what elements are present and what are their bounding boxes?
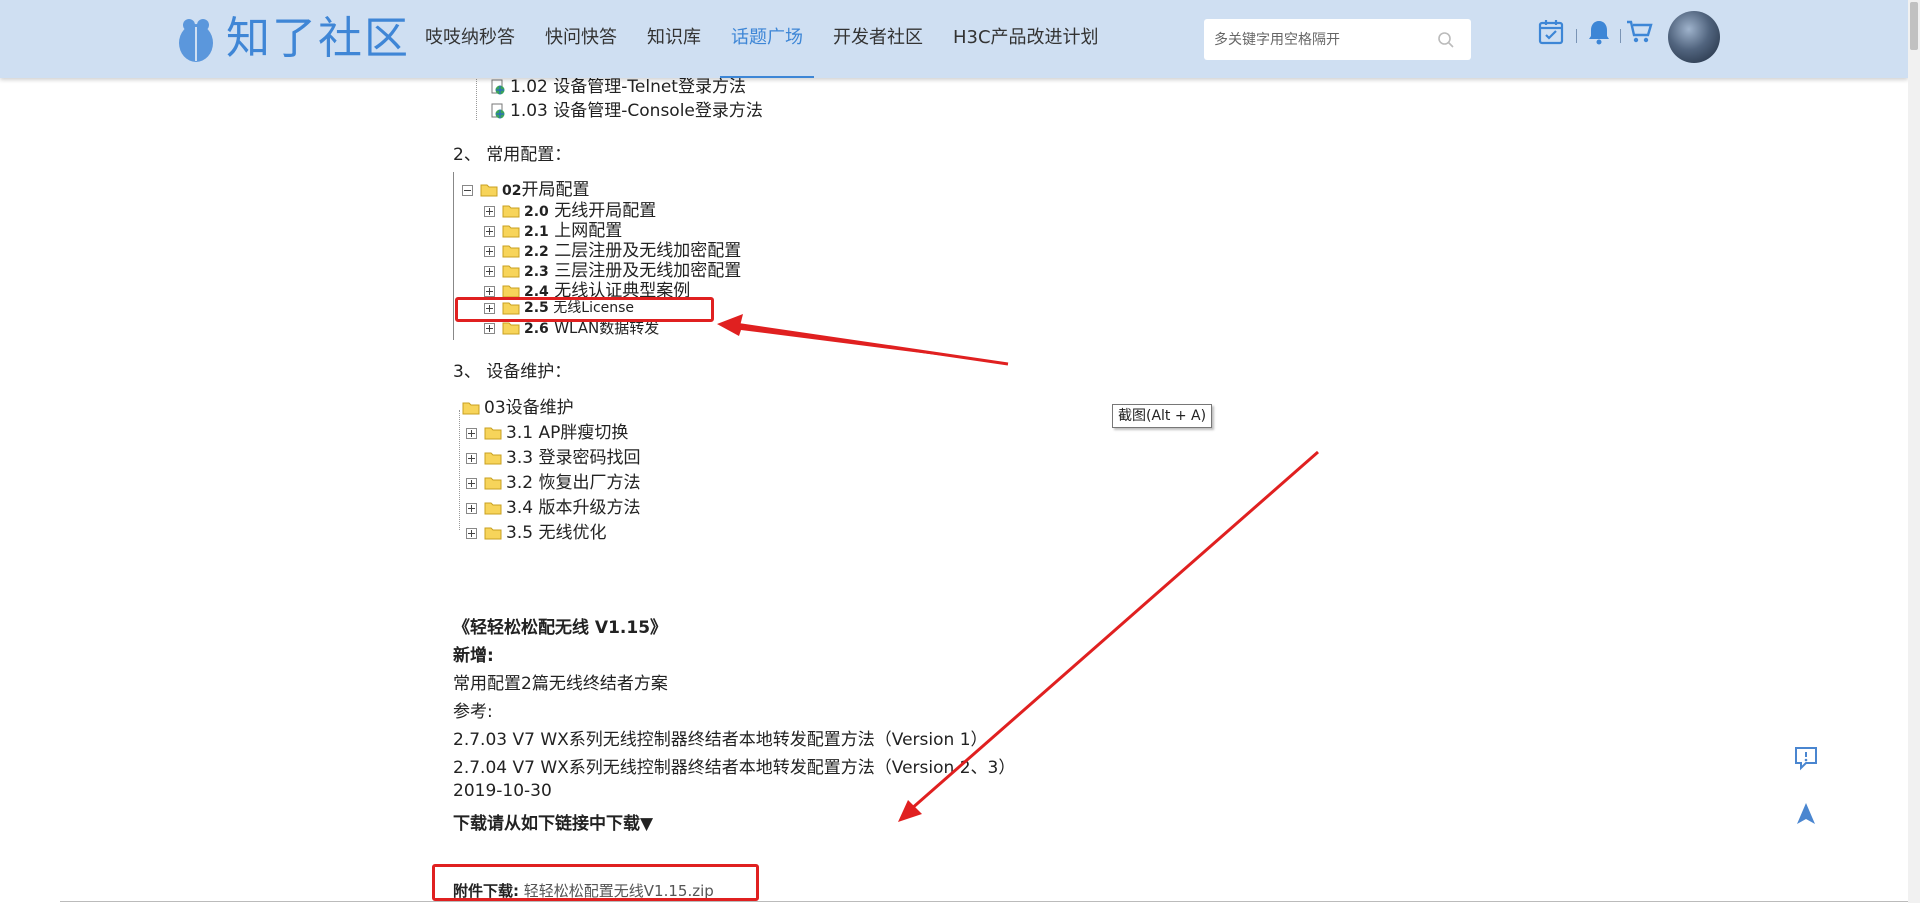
annotation-arrow-license bbox=[717, 314, 1009, 366]
header-divider bbox=[1620, 29, 1621, 43]
feedback-icon[interactable] bbox=[1792, 744, 1820, 772]
annotation-arrow-attachment bbox=[898, 450, 1319, 822]
logo-text: 知了社区 bbox=[226, 13, 410, 64]
nav-item-zhizhi[interactable]: 吱吱纳秒答 bbox=[414, 0, 526, 78]
nav-item-developer[interactable]: 开发者社区 bbox=[822, 0, 934, 78]
cicada-logo-icon bbox=[179, 19, 213, 62]
page-scrollbar[interactable] bbox=[1908, 0, 1920, 903]
header-divider bbox=[1576, 29, 1577, 43]
search-icon[interactable] bbox=[1437, 31, 1455, 49]
article-content: 1.02 设备管理-Telnet登录方法 1.03 设备管理-Console登录… bbox=[0, 0, 1908, 903]
nav-item-quick-qa[interactable]: 快问快答 bbox=[534, 0, 628, 78]
bell-icon[interactable] bbox=[1585, 18, 1613, 46]
main-nav: 吱吱纳秒答 快问快答 知识库 话题广场 开发者社区 H3C产品改进计划 bbox=[414, 0, 1118, 78]
calendar-check-icon[interactable] bbox=[1537, 18, 1565, 46]
scrollbar-thumb[interactable] bbox=[1910, 2, 1918, 50]
cart-icon[interactable] bbox=[1625, 18, 1653, 46]
site-logo[interactable]: 知了社区 bbox=[176, 10, 410, 68]
site-header: 知了社区 吱吱纳秒答 快问快答 知识库 话题广场 开发者社区 H3C产品改进计划 bbox=[0, 0, 1908, 78]
search-input[interactable] bbox=[1204, 19, 1434, 60]
bottom-divider bbox=[60, 901, 1908, 902]
nav-item-improvement[interactable]: H3C产品改进计划 bbox=[942, 0, 1110, 78]
nav-item-knowledge[interactable]: 知识库 bbox=[636, 0, 712, 78]
search-box bbox=[1204, 19, 1471, 60]
avatar[interactable] bbox=[1668, 11, 1720, 63]
annotation-arrows bbox=[717, 314, 1319, 822]
back-to-top-icon[interactable] bbox=[1792, 800, 1820, 828]
nav-item-topics[interactable]: 话题广场 bbox=[720, 0, 814, 78]
